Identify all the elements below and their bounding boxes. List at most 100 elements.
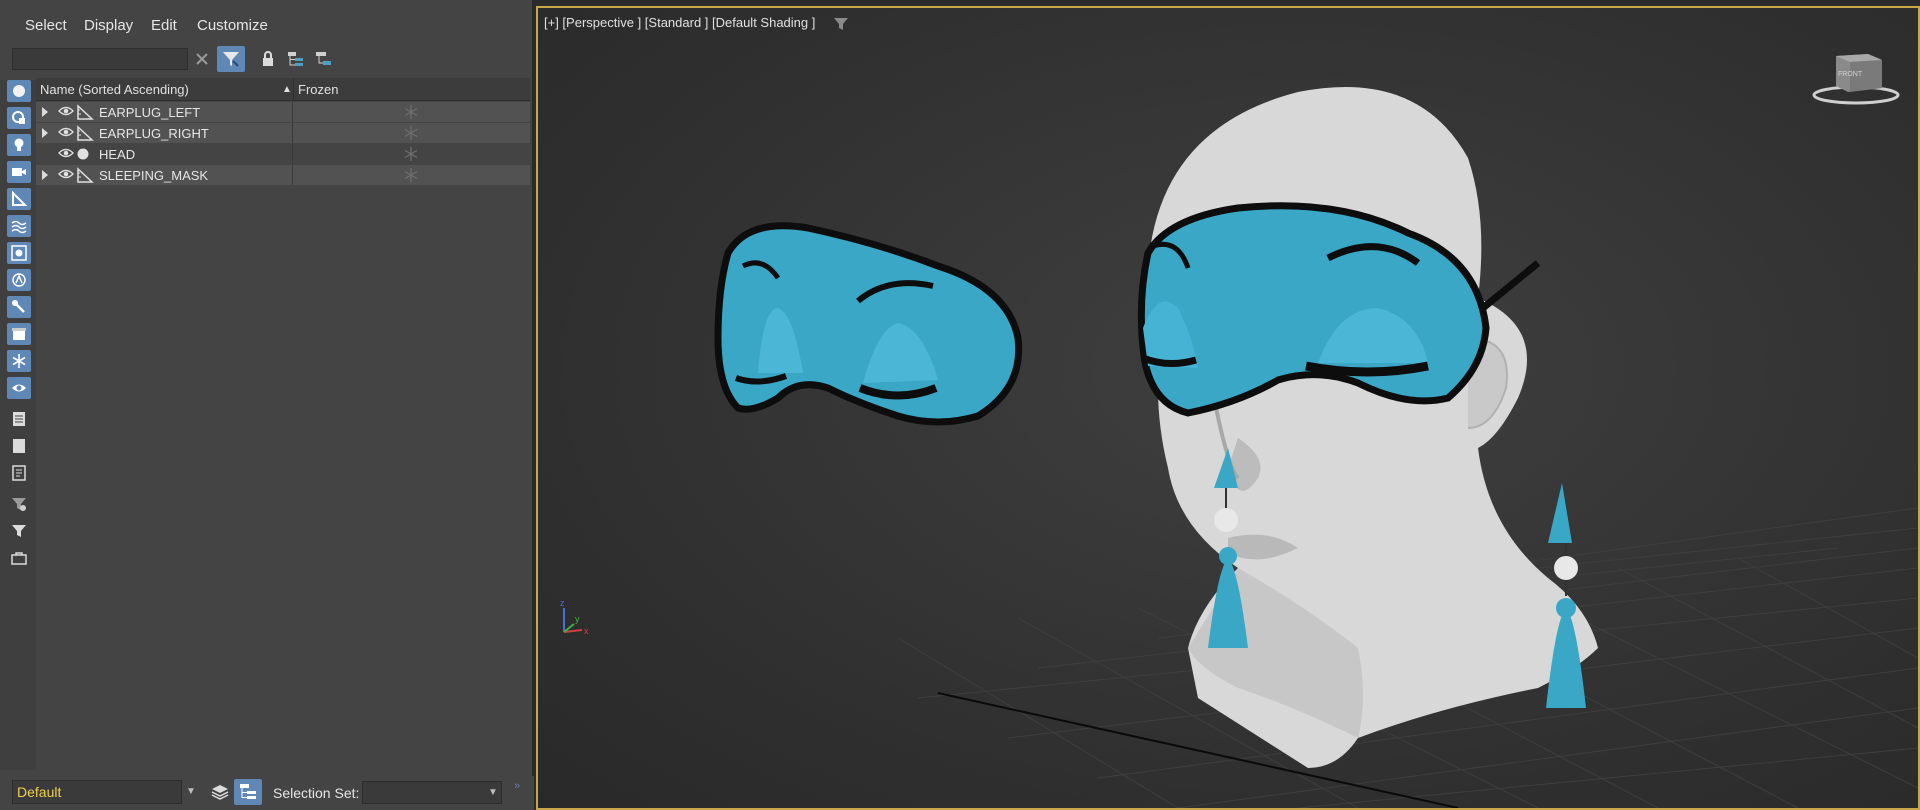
menu-select[interactable]: Select [25, 17, 67, 34]
hierarchy-icon [288, 52, 303, 66]
snowflake-icon[interactable] [404, 147, 418, 161]
hierarchy-icon [240, 784, 256, 799]
funnel-icon [12, 525, 26, 537]
column-divider[interactable] [293, 78, 294, 100]
filter-options-button[interactable] [7, 493, 31, 515]
filter-spacewarps-button[interactable] [7, 215, 31, 237]
eye-icon[interactable] [58, 147, 74, 159]
page-invert-icon [12, 465, 26, 481]
hierarchy-mode-button[interactable] [234, 779, 262, 805]
perspective-viewport[interactable]: [+] [Perspective ] [Standard ] [Default … [536, 6, 1920, 810]
layer-dropdown[interactable]: Default [12, 780, 182, 804]
object-name[interactable]: HEAD [99, 147, 135, 162]
column-frozen-header[interactable]: Frozen [298, 82, 338, 97]
svg-text:x: x [584, 626, 589, 636]
sphere-icon [77, 148, 89, 160]
bone-icon [12, 300, 25, 313]
filter-geometry-button[interactable] [7, 80, 31, 102]
column-divider [292, 123, 293, 143]
object-name[interactable]: EARPLUG_LEFT [99, 105, 200, 120]
viewcube-face-label: FRONT [1838, 71, 1863, 78]
display-invert-button[interactable] [7, 462, 31, 484]
filter-bones-button[interactable] [7, 296, 31, 318]
expand-arrow-icon[interactable] [42, 128, 48, 138]
clear-search-button[interactable] [188, 46, 216, 72]
filter-xrefs-button[interactable] [7, 269, 31, 291]
filter-lights-button[interactable] [7, 134, 31, 156]
scene-explorer: Select Display Edit Customize Name (Sort… [0, 0, 534, 810]
list-item[interactable]: EARPLUG_LEFT [36, 102, 530, 122]
selection-set-dropdown[interactable] [362, 781, 502, 804]
find-case-button[interactable] [7, 547, 31, 569]
object-name[interactable]: SLEEPING_MASK [99, 168, 208, 183]
eye-icon [12, 384, 26, 392]
layer-tree-icon [316, 52, 331, 65]
lock-button[interactable] [254, 46, 282, 72]
column-name-header[interactable]: Name (Sorted Ascending) [40, 82, 189, 97]
eye-icon[interactable] [58, 168, 74, 180]
group-icon [11, 245, 27, 261]
filter-frozen-button[interactable] [7, 350, 31, 372]
collapse-panel-icon[interactable]: » [514, 780, 520, 792]
layers-icon [211, 785, 229, 800]
filter-cameras-button[interactable] [7, 161, 31, 183]
snowflake-icon[interactable] [404, 105, 418, 119]
column-divider [292, 102, 293, 122]
filter-groups-button[interactable] [7, 242, 31, 264]
column-divider [292, 165, 293, 185]
helper-ruler-icon [77, 167, 94, 183]
filter-funnel-button[interactable] [7, 520, 31, 542]
container-icon [12, 328, 26, 340]
filter-hidden-button[interactable] [7, 377, 31, 399]
list-header: Name (Sorted Ascending) ▲ Frozen [36, 78, 530, 101]
snowflake-icon[interactable] [404, 168, 418, 182]
helper-ruler-icon [12, 191, 27, 206]
chevron-down-icon[interactable]: ▼ [488, 787, 498, 798]
hierarchy-button[interactable] [282, 46, 310, 72]
menu-customize[interactable]: Customize [197, 17, 268, 34]
list-item[interactable]: HEAD [36, 144, 530, 164]
filter-helpers-button[interactable] [7, 188, 31, 210]
page-all-icon [13, 412, 25, 426]
display-none-button[interactable] [7, 435, 31, 457]
eye-icon[interactable] [58, 126, 74, 138]
close-icon [196, 53, 208, 65]
helper-ruler-icon [77, 125, 94, 141]
sleeping-mask-model[interactable] [714, 222, 1023, 426]
eye-icon[interactable] [58, 105, 74, 117]
snowflake-icon [12, 354, 26, 368]
display-all-button[interactable] [7, 408, 31, 430]
filter-toggle-button[interactable] [217, 46, 245, 72]
lock-icon [263, 51, 273, 66]
menu-edit[interactable]: Edit [151, 17, 177, 34]
list-item[interactable]: SLEEPING_MASK [36, 165, 530, 185]
expand-arrow-icon[interactable] [42, 107, 48, 117]
sort-ascending-indicator: ▲ [282, 84, 292, 95]
snowflake-icon[interactable] [404, 126, 418, 140]
viewport-filter-icon[interactable] [834, 18, 848, 30]
page-none-icon [13, 439, 25, 453]
sphere-icon [13, 85, 25, 97]
filter-sidebar [0, 80, 36, 770]
filter-shapes-button[interactable] [7, 107, 31, 129]
expand-arrow-icon[interactable] [42, 170, 48, 180]
menu-display[interactable]: Display [84, 17, 133, 34]
xref-icon [12, 273, 26, 287]
search-input[interactable] [12, 48, 188, 70]
layer-hierarchy-button[interactable] [310, 46, 338, 72]
svg-text:z: z [560, 598, 565, 608]
viewcube[interactable]: FRONT [1812, 54, 1900, 105]
camera-icon [12, 168, 26, 176]
svg-text:y: y [575, 614, 580, 624]
case-icon [11, 552, 27, 565]
explorer-toolbar [0, 44, 534, 76]
filter-containers-button[interactable] [7, 323, 31, 345]
chevron-down-icon[interactable]: ▼ [186, 786, 196, 797]
shapes-icon [12, 111, 25, 124]
layers-button[interactable] [206, 779, 234, 805]
list-item[interactable]: EARPLUG_RIGHT [36, 123, 530, 143]
scene-list: Name (Sorted Ascending) ▲ Frozen EARPLUG… [36, 78, 530, 768]
object-name[interactable]: EARPLUG_RIGHT [99, 126, 209, 141]
selection-set-label: Selection Set: [273, 785, 360, 801]
head-model[interactable] [1144, 86, 1598, 768]
